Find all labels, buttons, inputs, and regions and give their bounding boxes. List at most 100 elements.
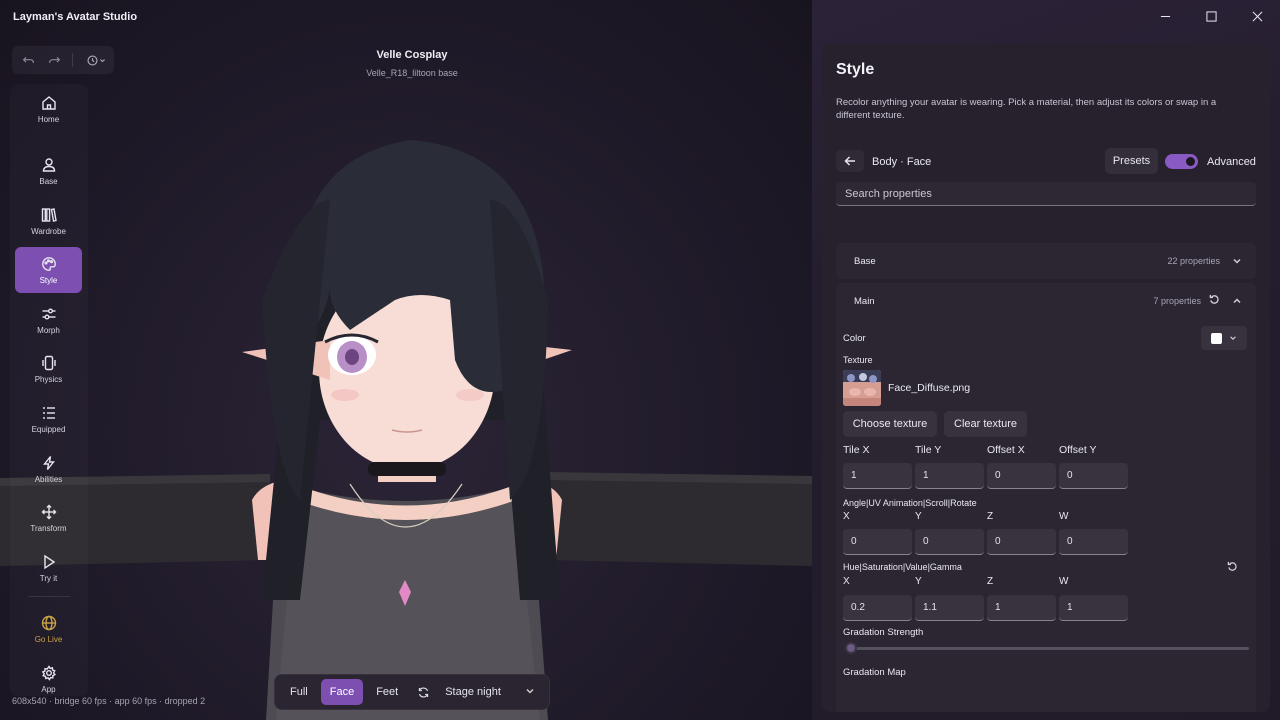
- sidebar-item-label: Style: [39, 275, 58, 285]
- saturation-field[interactable]: 1.1: [915, 595, 984, 621]
- hsv-label: Hue|Saturation|Value|Gamma: [843, 562, 962, 572]
- minimize-icon[interactable]: [1142, 0, 1188, 32]
- sidebar-item-style[interactable]: Style: [15, 247, 82, 293]
- offset-x-label: Offset X: [987, 444, 1025, 456]
- palette-icon: [41, 256, 56, 271]
- camera-feet-button[interactable]: Feet: [367, 679, 407, 705]
- color-label: Color: [843, 333, 866, 344]
- angle-x-field[interactable]: 0: [843, 529, 912, 555]
- avatar-render[interactable]: [0, 0, 812, 720]
- sidebar-item-label: App: [41, 684, 56, 694]
- texture-label: Texture: [843, 355, 873, 365]
- sidebar-item-try-it[interactable]: Try it: [15, 545, 82, 591]
- choose-texture-button[interactable]: Choose texture: [843, 411, 937, 437]
- sidebar-item-transform[interactable]: Transform: [15, 495, 82, 541]
- list-icon: [42, 406, 55, 419]
- avatar-name: Velle Cosplay: [376, 49, 448, 61]
- play-icon: [43, 554, 55, 569]
- property-count: 7 properties: [1153, 296, 1201, 306]
- value-field[interactable]: 1: [987, 595, 1056, 621]
- style-panel: Style Recolor anything your avatar is we…: [822, 44, 1270, 712]
- search-input[interactable]: [845, 187, 1256, 200]
- globe-icon: [41, 615, 56, 630]
- axis-z-label: Z: [987, 576, 994, 587]
- axis-w-label: W: [1059, 576, 1069, 587]
- sidebar-item-equipped[interactable]: Equipped: [15, 396, 82, 442]
- angle-y-field[interactable]: 0: [915, 529, 984, 555]
- angle-z-field[interactable]: 0: [987, 529, 1056, 555]
- sidebar-item-physics[interactable]: Physics: [15, 346, 82, 392]
- axis-x-label: X: [843, 511, 850, 522]
- offset-x-field[interactable]: 0: [987, 463, 1056, 489]
- angle-uv-label: Angle|UV Animation|Scroll|Rotate: [843, 498, 977, 508]
- arrow-left-icon: [844, 156, 855, 166]
- section-name: Base: [854, 255, 876, 267]
- section-base[interactable]: Base 22 properties: [836, 243, 1256, 279]
- clear-texture-button[interactable]: Clear texture: [944, 411, 1027, 437]
- sidebar-item-abilities[interactable]: Abilities: [15, 446, 82, 492]
- axis-w-label: W: [1059, 511, 1069, 522]
- redo-icon[interactable]: [44, 50, 64, 70]
- hue-field[interactable]: 0.2: [843, 595, 912, 621]
- sidebar-item-label: Abilities: [34, 474, 63, 484]
- page-description: Recolor anything your avatar is wearing.…: [836, 97, 1217, 121]
- sidebar-item-wardrobe[interactable]: Wardrobe: [15, 198, 82, 244]
- avatar-base-name: Velle_R18_liltoon base: [366, 68, 458, 78]
- axis-y-label: Y: [915, 511, 922, 522]
- chevron-down-icon: [1230, 336, 1236, 341]
- divider: [28, 596, 70, 597]
- axis-x-label: X: [843, 576, 850, 587]
- slider-thumb[interactable]: [845, 642, 857, 654]
- property-count: 22 properties: [1167, 256, 1220, 266]
- presets-button[interactable]: Presets: [1105, 148, 1158, 174]
- tile-x-field[interactable]: 1: [843, 463, 912, 489]
- back-button[interactable]: [836, 150, 864, 172]
- environment-label[interactable]: Stage night: [445, 686, 501, 698]
- sidebar-item-label: Transform: [30, 523, 67, 533]
- chevron-up-icon: [1233, 298, 1241, 304]
- toggle-knob: [1186, 157, 1195, 166]
- search-properties-box: [836, 182, 1256, 206]
- reset-icon[interactable]: [1227, 559, 1241, 573]
- maximize-icon[interactable]: [1188, 0, 1234, 32]
- history-icon[interactable]: [81, 50, 111, 70]
- sidebar-item-label: Home: [37, 114, 60, 124]
- texture-thumbnail[interactable]: [843, 370, 881, 406]
- offset-y-field[interactable]: 0: [1059, 463, 1128, 489]
- advanced-toggle[interactable]: [1165, 154, 1198, 169]
- sidebar-item-morph[interactable]: Morph: [15, 297, 82, 343]
- refresh-icon[interactable]: [411, 680, 435, 704]
- sidebar-item-label: Morph: [37, 325, 60, 335]
- close-icon[interactable]: [1234, 0, 1280, 32]
- home-icon: [41, 95, 56, 110]
- avatar-viewport[interactable]: Layman's Avatar Studio Home Base Wardrob…: [0, 0, 812, 720]
- gradation-strength-label: Gradation Strength: [843, 627, 924, 638]
- offset-y-label: Offset Y: [1059, 444, 1097, 456]
- camera-bar: Full Face Feet Stage night: [274, 674, 550, 710]
- undo-icon[interactable]: [18, 50, 38, 70]
- tile-x-label: Tile X: [843, 444, 870, 456]
- page-title: Style: [836, 61, 875, 78]
- axis-z-label: Z: [987, 511, 994, 522]
- reset-icon[interactable]: [1201, 292, 1220, 310]
- chevron-down-icon[interactable]: [525, 683, 535, 701]
- sidebar-item-home[interactable]: Home: [15, 86, 82, 132]
- tile-y-field[interactable]: 1: [915, 463, 984, 489]
- camera-face-button[interactable]: Face: [320, 679, 364, 705]
- color-picker-button[interactable]: [1201, 326, 1247, 350]
- sidebar-item-label: Try it: [39, 573, 58, 583]
- sidebar: Home Base Wardrobe Style Morph Physics E…: [10, 84, 88, 696]
- sidebar-item-label: Go Live: [34, 634, 63, 644]
- section-main[interactable]: Main 7 properties: [836, 283, 1256, 319]
- render-status: 608x540 · bridge 60 fps · app 60 fps · d…: [12, 696, 206, 706]
- history-toolbar: [12, 46, 114, 74]
- angle-w-field[interactable]: 0: [1059, 529, 1128, 555]
- sidebar-item-base[interactable]: Base: [15, 148, 82, 194]
- sidebar-item-label: Physics: [34, 374, 63, 384]
- camera-full-button[interactable]: Full: [281, 679, 317, 705]
- gamma-field[interactable]: 1: [1059, 595, 1128, 621]
- lightning-icon: [42, 455, 55, 470]
- gradation-strength-slider[interactable]: [848, 647, 1249, 650]
- sidebar-item-go-live[interactable]: Go Live: [15, 606, 82, 652]
- axis-y-label: Y: [915, 576, 922, 587]
